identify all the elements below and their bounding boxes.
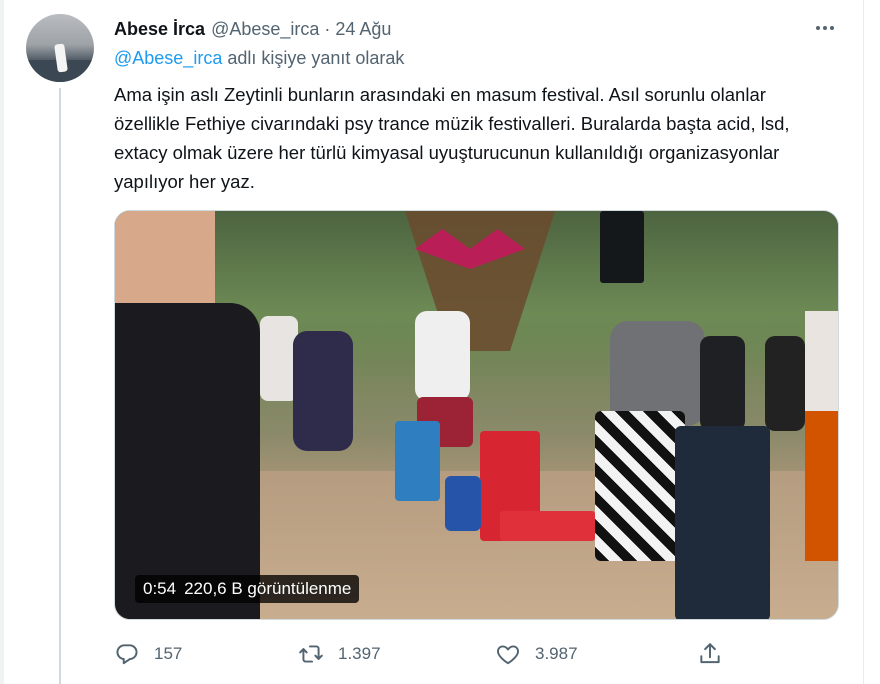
video-person-black-shirt bbox=[700, 336, 745, 431]
retweet-count: 1.397 bbox=[338, 644, 381, 663]
like-count: 3.987 bbox=[535, 644, 578, 663]
share-icon bbox=[700, 643, 720, 664]
tweet-actions: 157 1.397 3.987 bbox=[114, 636, 734, 672]
video-person-left-torso bbox=[115, 211, 215, 306]
user-handle[interactable]: @Abese_irca bbox=[211, 19, 319, 40]
like-button[interactable]: 3.987 bbox=[495, 636, 578, 672]
tweet-text: Ama işin aslı Zeytinli bunların arasında… bbox=[114, 84, 790, 192]
reply-button[interactable]: 157 bbox=[114, 636, 182, 672]
video-frame bbox=[115, 211, 838, 619]
video-speaker bbox=[600, 211, 644, 283]
video-patterned-blanket bbox=[595, 411, 685, 561]
retweet-button[interactable]: 1.397 bbox=[298, 636, 381, 672]
share-button[interactable] bbox=[697, 636, 723, 672]
video-player[interactable]: 0:54 220,6 B görüntülenme bbox=[114, 210, 839, 620]
video-person-right-edge bbox=[805, 311, 838, 561]
avatar[interactable] bbox=[26, 14, 94, 82]
more-options-button[interactable] bbox=[810, 18, 840, 38]
reply-count: 157 bbox=[154, 644, 183, 663]
more-horizontal-icon bbox=[816, 26, 820, 30]
reply-context-text: adlı kişiye yanıt olarak bbox=[222, 48, 405, 68]
more-horizontal-icon bbox=[823, 26, 827, 30]
video-red-chair-seat bbox=[500, 511, 595, 541]
display-name[interactable]: Abese İrca bbox=[114, 19, 205, 40]
retweet-icon bbox=[299, 645, 323, 663]
video-stats-badge: 0:54 220,6 B görüntülenme bbox=[135, 575, 360, 603]
video-person-white-top bbox=[415, 311, 470, 401]
video-dark-chair bbox=[675, 426, 770, 619]
tweet-date[interactable]: 24 Ağu bbox=[335, 19, 391, 40]
video-person-right bbox=[765, 336, 805, 431]
timeline-left-edge bbox=[0, 0, 4, 684]
timeline-right-border bbox=[863, 0, 864, 684]
video-person-left-legs bbox=[115, 303, 260, 619]
reply-context: @Abese_irca adlı kişiye yanıt olarak bbox=[114, 48, 404, 69]
header-separator: · bbox=[324, 18, 331, 39]
thread-line bbox=[59, 88, 61, 684]
reply-mention-link[interactable]: @Abese_irca bbox=[114, 48, 222, 68]
reply-icon bbox=[116, 644, 138, 665]
video-bag bbox=[445, 476, 481, 531]
video-blue-chair bbox=[395, 421, 440, 501]
more-horizontal-icon bbox=[830, 26, 834, 30]
video-view-count: 220,6 B görüntülenme bbox=[184, 579, 352, 598]
tweet-header: Abese İrca @Abese_irca · 24 Ağu bbox=[114, 17, 391, 41]
video-person-dark-dress bbox=[293, 331, 353, 451]
video-duration: 0:54 bbox=[143, 579, 177, 598]
heart-icon bbox=[497, 645, 519, 665]
